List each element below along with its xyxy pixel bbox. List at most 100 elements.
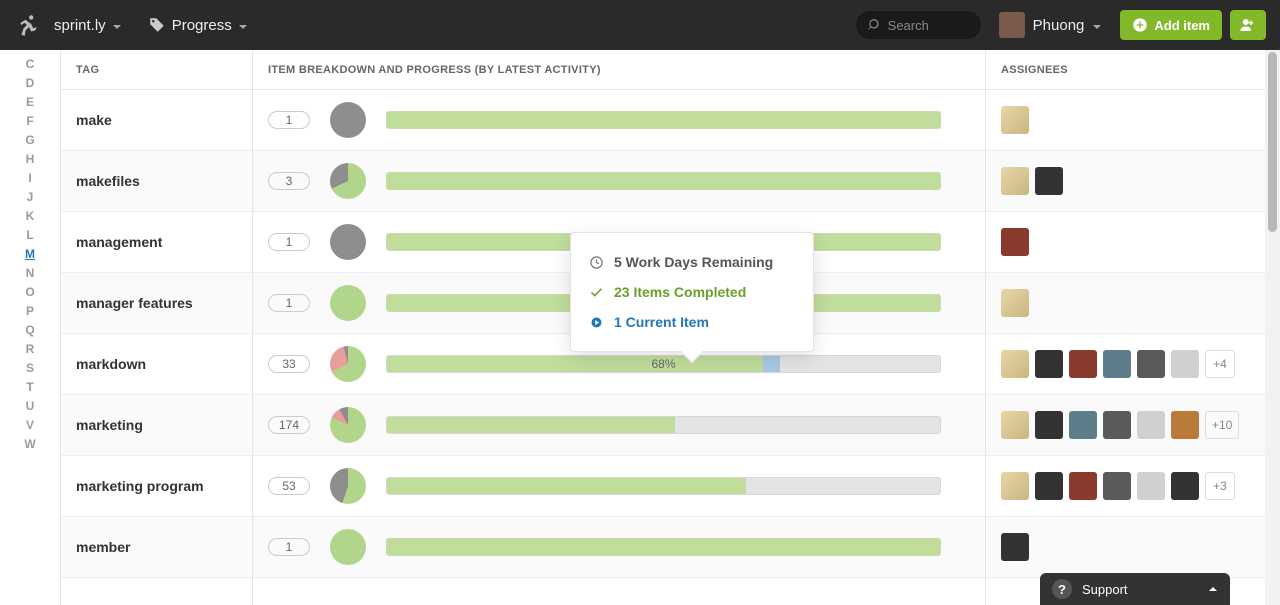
progress-bar [386,538,941,556]
count-pill: 1 [268,294,310,312]
tag-link[interactable]: manager features [60,295,252,311]
assignee-avatar[interactable] [1171,350,1199,378]
count-pill: 3 [268,172,310,190]
alpha-letter-J[interactable]: J [27,187,34,206]
alpha-letter-E[interactable]: E [26,92,34,111]
assignee-avatar[interactable] [1035,411,1063,439]
assignee-avatar[interactable] [1001,106,1029,134]
pie-icon [330,163,366,199]
alpha-letter-D[interactable]: D [26,73,35,92]
count-pill: 1 [268,538,310,556]
tooltip-completed: 23 Items Completed [589,277,795,307]
assignee-avatar[interactable] [1035,350,1063,378]
tag-link[interactable]: make [60,112,252,128]
assignee-avatar[interactable] [1001,472,1029,500]
alpha-letter-P[interactable]: P [26,301,34,320]
add-item-button[interactable]: Add item [1120,10,1222,40]
support-label: Support [1082,582,1128,597]
alpha-letter-N[interactable]: N [26,263,35,282]
assignee-avatar[interactable] [1069,411,1097,439]
progress-bar: 68% [386,355,941,373]
assignee-avatar[interactable] [1069,472,1097,500]
support-widget[interactable]: ? Support [1040,573,1230,605]
more-assignees[interactable]: +10 [1205,411,1239,439]
search-input[interactable] [888,18,968,33]
runner-logo-icon [14,10,44,40]
alpha-letter-V[interactable]: V [26,415,34,434]
table-row: member 1 [60,517,1280,578]
add-user-button[interactable] [1230,10,1266,40]
alpha-letter-W[interactable]: W [24,434,35,453]
chevron-down-icon [112,20,122,30]
assignee-avatar[interactable] [1001,228,1029,256]
more-assignees[interactable]: +3 [1205,472,1235,500]
assignee-avatar[interactable] [1103,472,1131,500]
assignee-avatar[interactable] [1001,533,1029,561]
caret-up-icon [1208,582,1218,597]
tag-link[interactable]: management [60,234,252,250]
alpha-letter-R[interactable]: R [26,339,35,358]
question-icon: ? [1052,579,1072,599]
assignee-avatar[interactable] [1035,167,1063,195]
search-box[interactable] [856,11,981,39]
table-row: marketing program53+3 [60,456,1280,517]
user-name: Phuong [1033,17,1085,34]
assignee-avatar[interactable] [1035,472,1063,500]
pie-icon [330,407,366,443]
assignee-avatar[interactable] [1171,411,1199,439]
scrollbar-thumb[interactable] [1268,52,1277,232]
progress-bar [386,172,941,190]
alpha-letter-F[interactable]: F [26,111,33,130]
alpha-letter-L[interactable]: L [26,225,33,244]
alpha-letter-K[interactable]: K [26,206,35,225]
more-assignees[interactable]: +4 [1205,350,1235,378]
assignee-avatar[interactable] [1137,350,1165,378]
alpha-letter-G[interactable]: G [25,130,34,149]
assignee-avatar[interactable] [1137,411,1165,439]
alpha-letter-Q[interactable]: Q [25,320,34,339]
alpha-letter-T[interactable]: T [26,377,33,396]
chevron-down-icon [1092,20,1102,30]
user-menu[interactable]: Phuong [999,12,1103,38]
alphabet-rail: CDEFGHIJKLMNOPQRSTUVW [0,50,60,605]
add-user-icon [1239,16,1257,34]
assignee-avatar[interactable] [1103,350,1131,378]
alpha-letter-O[interactable]: O [25,282,34,301]
tag-link[interactable]: markdown [60,356,252,372]
workspace-name: sprint.ly [54,17,106,34]
progress-bar [386,111,941,129]
tooltip-current: 1 Current Item [589,307,795,337]
assignee-avatar[interactable] [1137,472,1165,500]
search-icon [868,18,882,32]
plus-circle-icon [1132,17,1148,33]
tag-link[interactable]: makefiles [60,173,252,189]
top-nav: sprint.ly Progress Phuong Add item [0,0,1280,50]
pie-icon [330,102,366,138]
alpha-letter-S[interactable]: S [26,358,34,377]
alpha-letter-M[interactable]: M [25,244,35,263]
tag-link[interactable]: marketing [60,417,252,433]
count-pill: 1 [268,111,310,129]
assignee-avatar[interactable] [1001,289,1029,317]
assignee-avatar[interactable] [1171,472,1199,500]
alpha-letter-H[interactable]: H [26,149,35,168]
assignee-avatar[interactable] [1069,350,1097,378]
alpha-letter-I[interactable]: I [28,168,31,187]
play-circle-icon [589,315,604,330]
count-pill: 174 [268,416,310,434]
tag-link[interactable]: marketing program [60,478,252,494]
progress-tooltip: 5 Work Days Remaining 23 Items Completed… [570,232,814,352]
tag-link[interactable]: member [60,539,252,555]
pie-icon [330,468,366,504]
pie-icon [330,529,366,565]
section-switcher[interactable]: Progress [148,16,248,34]
workspace-switcher[interactable]: sprint.ly [54,17,122,34]
assignee-avatar[interactable] [1103,411,1131,439]
count-pill: 33 [268,355,310,373]
progress-label: 68% [387,356,940,372]
assignee-avatar[interactable] [1001,167,1029,195]
alpha-letter-U[interactable]: U [26,396,35,415]
assignee-avatar[interactable] [1001,350,1029,378]
assignee-avatar[interactable] [1001,411,1029,439]
alpha-letter-C[interactable]: C [26,54,35,73]
